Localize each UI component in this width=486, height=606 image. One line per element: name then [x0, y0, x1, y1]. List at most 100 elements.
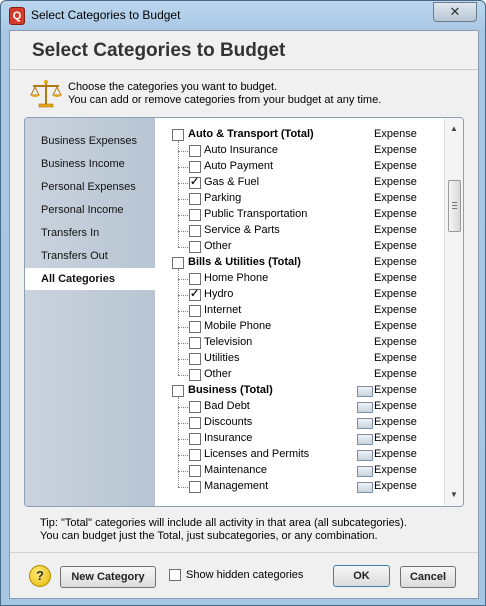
- budget-settings-icon[interactable]: [357, 466, 373, 477]
- title-bar[interactable]: Q Select Categories to Budget ✕: [1, 1, 485, 29]
- category-checkbox[interactable]: [189, 417, 201, 429]
- category-row[interactable]: Licenses and Permits Expense: [156, 447, 444, 463]
- category-checkbox[interactable]: [189, 175, 201, 189]
- category-type: Expense: [374, 256, 417, 268]
- category-checkbox[interactable]: [189, 209, 201, 221]
- header-band: Select Categories to Budget: [10, 31, 478, 69]
- category-row[interactable]: Maintenance Expense: [156, 463, 444, 479]
- category-row[interactable]: Public Transportation Expense: [156, 207, 444, 223]
- show-hidden-checkbox[interactable]: [169, 569, 181, 581]
- nav-item-all-categories[interactable]: All Categories: [25, 268, 155, 290]
- budget-settings-icon[interactable]: [357, 418, 373, 429]
- category-checkbox[interactable]: [189, 241, 201, 253]
- category-checkbox[interactable]: [189, 369, 201, 381]
- ok-button[interactable]: OK: [333, 565, 390, 587]
- nav-item-business-income[interactable]: Business Income: [25, 153, 155, 175]
- new-category-button[interactable]: New Category: [60, 566, 156, 588]
- category-row[interactable]: Auto Insurance Expense: [156, 143, 444, 159]
- budget-settings-icon[interactable]: [357, 402, 373, 413]
- category-type: Expense: [374, 480, 417, 492]
- scroll-up-arrow-icon[interactable]: ▲: [445, 122, 463, 136]
- tree-connector: [178, 141, 179, 247]
- category-checkbox[interactable]: [189, 433, 201, 445]
- tree-connector: [178, 215, 188, 216]
- category-row[interactable]: Other Expense: [156, 239, 444, 255]
- category-row[interactable]: Insurance Expense: [156, 431, 444, 447]
- category-filter-nav: Business Expenses Business Income Personal…: [25, 118, 155, 506]
- category-checkbox[interactable]: [189, 465, 201, 477]
- close-button[interactable]: ✕: [433, 2, 477, 22]
- scale-icon: [30, 80, 62, 108]
- category-row[interactable]: Utilities Expense: [156, 351, 444, 367]
- help-icon[interactable]: ?: [29, 565, 51, 587]
- category-checkbox[interactable]: [189, 305, 201, 317]
- category-group-row[interactable]: Auto & Transport (Total) Expense: [156, 127, 444, 143]
- category-row[interactable]: Parking Expense: [156, 191, 444, 207]
- category-row[interactable]: Home Phone Expense: [156, 271, 444, 287]
- tree-connector: [178, 487, 188, 488]
- tree-connector: [178, 327, 188, 328]
- category-checkbox[interactable]: [189, 321, 201, 333]
- category-row[interactable]: Auto Payment Expense: [156, 159, 444, 175]
- category-row[interactable]: Bad Debt Expense: [156, 399, 444, 415]
- category-checkbox[interactable]: [189, 337, 201, 349]
- tree-connector: [178, 407, 188, 408]
- budget-settings-icon[interactable]: [357, 450, 373, 461]
- category-type: Expense: [374, 400, 417, 412]
- category-row[interactable]: Service & Parts Expense: [156, 223, 444, 239]
- category-row[interactable]: Internet Expense: [156, 303, 444, 319]
- category-row[interactable]: Other Expense: [156, 367, 444, 383]
- category-checkbox[interactable]: [189, 273, 201, 285]
- category-type: Expense: [374, 272, 417, 284]
- grip-line: [452, 205, 457, 206]
- category-type: Expense: [374, 240, 417, 252]
- category-checkbox[interactable]: [172, 129, 184, 141]
- category-group-row[interactable]: Bills & Utilities (Total) Expense: [156, 255, 444, 271]
- category-label: Television: [204, 336, 253, 348]
- category-checkbox[interactable]: [189, 449, 201, 461]
- category-row[interactable]: Gas & Fuel Expense: [156, 175, 444, 191]
- budget-settings-icon[interactable]: [357, 482, 373, 493]
- category-checkbox[interactable]: [172, 257, 184, 269]
- scroll-down-arrow-icon[interactable]: ▼: [445, 488, 463, 502]
- category-type: Expense: [374, 320, 417, 332]
- category-checkbox[interactable]: [189, 353, 201, 365]
- nav-item-transfers-in[interactable]: Transfers In: [25, 222, 155, 244]
- category-checkbox[interactable]: [189, 225, 201, 237]
- category-checkbox[interactable]: [189, 145, 201, 157]
- budget-settings-icon[interactable]: [357, 434, 373, 445]
- nav-item-personal-income[interactable]: Personal Income: [25, 199, 155, 221]
- category-label: Auto & Transport (Total): [188, 128, 314, 140]
- category-checkbox[interactable]: [189, 401, 201, 413]
- category-checkbox[interactable]: [172, 385, 184, 397]
- category-label: Licenses and Permits: [204, 448, 310, 460]
- tree-connector: [178, 247, 188, 248]
- intro-text-line1: Choose the categories you want to budget…: [68, 81, 278, 93]
- tree-connector: [178, 295, 188, 296]
- show-hidden-label: Show hidden categories: [186, 569, 304, 581]
- category-checkbox[interactable]: [189, 193, 201, 205]
- nav-item-transfers-out[interactable]: Transfers Out: [25, 245, 155, 267]
- category-row[interactable]: Hydro Expense: [156, 287, 444, 303]
- tree-connector: [178, 359, 188, 360]
- category-checkbox[interactable]: [189, 161, 201, 173]
- category-group-row[interactable]: Business (Total) Expense: [156, 383, 444, 399]
- category-row[interactable]: Discounts Expense: [156, 415, 444, 431]
- budget-settings-icon[interactable]: [357, 386, 373, 397]
- category-row[interactable]: Television Expense: [156, 335, 444, 351]
- category-checkbox[interactable]: [189, 287, 201, 301]
- category-type: Expense: [374, 144, 417, 156]
- tree-connector: [178, 397, 179, 487]
- category-checkbox[interactable]: [189, 481, 201, 493]
- category-row[interactable]: Management Expense: [156, 479, 444, 495]
- category-label: Parking: [204, 192, 242, 204]
- category-label: Hydro: [204, 288, 234, 300]
- nav-item-personal-expenses[interactable]: Personal Expenses: [25, 176, 155, 198]
- cancel-button[interactable]: Cancel: [400, 566, 456, 588]
- vertical-scrollbar[interactable]: ▲ ▼: [444, 118, 463, 506]
- scroll-thumb[interactable]: [448, 180, 461, 232]
- nav-item-business-expenses[interactable]: Business Expenses: [25, 130, 155, 152]
- category-row[interactable]: Mobile Phone Expense: [156, 319, 444, 335]
- quicken-app-icon: Q: [9, 7, 25, 25]
- category-list: Auto & Transport (Total) Expense Auto Insu…: [156, 118, 444, 506]
